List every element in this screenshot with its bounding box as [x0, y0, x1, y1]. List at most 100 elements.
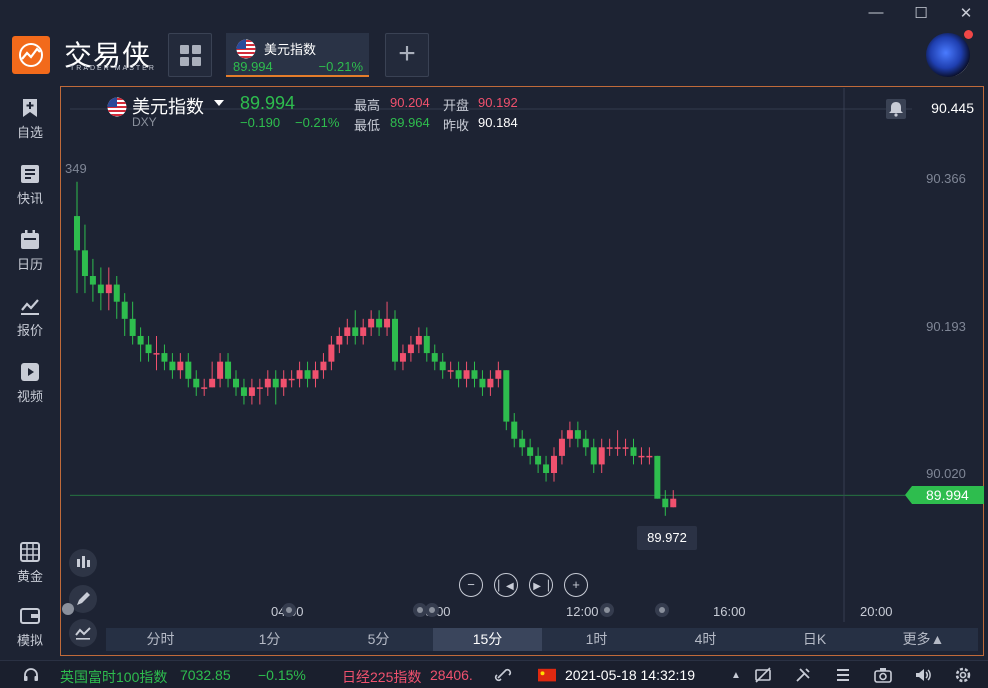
chart-type-button[interactable]: [69, 549, 97, 577]
candle-body: [439, 361, 446, 371]
period-tab[interactable]: 1时: [542, 628, 651, 651]
screen-off-icon[interactable]: [754, 666, 772, 684]
candle-type-icon: [77, 556, 90, 568]
status-bar: 英国富时100指数 7032.85 −0.15% 日经225指数 28406. …: [0, 660, 988, 688]
ticker-name[interactable]: 英国富时100指数: [60, 667, 167, 687]
period-tab[interactable]: 日K: [760, 628, 869, 651]
candle-body: [399, 353, 406, 362]
candle-body: [654, 455, 661, 499]
menu-icon[interactable]: [834, 666, 852, 684]
candle-body: [328, 344, 335, 362]
candle-body: [558, 438, 565, 456]
settings-gear-icon[interactable]: [954, 666, 972, 684]
candle-body: [495, 370, 502, 379]
candle-body: [129, 318, 136, 336]
zoom-out-button[interactable]: −: [459, 573, 483, 597]
x-tick: 16:00: [713, 604, 746, 619]
candle-body: [74, 216, 80, 251]
candle-body: [431, 353, 438, 362]
candle-body: [248, 387, 255, 396]
candle-body: [240, 387, 247, 396]
candle-body: [177, 361, 184, 371]
headset-icon[interactable]: [22, 666, 40, 684]
candle-body: [336, 335, 343, 345]
candle-body: [153, 353, 160, 355]
bell-icon: [889, 102, 903, 117]
candle-body: [209, 378, 216, 388]
candle-body: [352, 327, 359, 336]
y-tick: 90.193: [926, 319, 966, 334]
prev-close-label: 昨收: [443, 118, 470, 133]
period-tab-active[interactable]: 15分: [433, 628, 542, 651]
candle-body: [535, 455, 542, 465]
y-tick: 90.366: [926, 171, 966, 186]
event-marker[interactable]: [600, 603, 614, 617]
scroll-dot: [62, 603, 74, 615]
link-icon[interactable]: [494, 666, 512, 684]
candle-body: [217, 361, 224, 379]
candle-body: [487, 378, 494, 388]
speaker-icon[interactable]: [914, 666, 932, 684]
candle-body: [543, 464, 550, 473]
candle-body: [280, 378, 287, 388]
camera-icon[interactable]: [874, 666, 892, 684]
collapse-arrow-icon[interactable]: ▲: [731, 670, 741, 681]
low-label: 最低: [354, 118, 381, 133]
candle-body: [121, 301, 128, 319]
candle-body: [662, 498, 669, 508]
candle-body: [113, 284, 120, 302]
candle-body: [256, 387, 263, 389]
last-price: 89.994: [240, 93, 296, 113]
high-label: 最高: [354, 98, 381, 113]
ticker-name[interactable]: 日经225指数: [342, 667, 421, 687]
indicator-button[interactable]: [69, 619, 97, 647]
period-tab[interactable]: 4时: [651, 628, 760, 651]
candle-body: [447, 370, 454, 372]
candle-body: [233, 378, 239, 388]
datetime: 2021-05-18 14:32:19: [565, 667, 695, 683]
period-tab[interactable]: 5分: [324, 628, 433, 651]
candle-body: [81, 250, 88, 277]
candle-body: [606, 447, 613, 449]
candle-body: [312, 370, 319, 379]
y-tick: 90.020: [926, 466, 966, 481]
candle-body: [384, 318, 391, 328]
jump-end-button[interactable]: ▶▕: [529, 573, 553, 597]
china-flag-icon: [538, 668, 556, 682]
candle-body: [503, 370, 510, 422]
period-selector: 分时 1分 5分 15分 1时 4时 日K 更多▲: [106, 628, 978, 651]
candle-body: [161, 353, 168, 362]
period-tab[interactable]: 分时: [106, 628, 215, 651]
candle-body: [137, 335, 144, 345]
jump-start-button[interactable]: ▏◀: [494, 573, 518, 597]
dropdown-caret-icon[interactable]: [214, 100, 224, 106]
event-marker[interactable]: [655, 603, 669, 617]
prev-close-value: 90.184: [478, 115, 518, 130]
candle-body: [519, 438, 526, 448]
candle-body: [590, 447, 597, 465]
candle-body: [630, 447, 637, 456]
candle-body: [614, 447, 621, 449]
period-tab-more[interactable]: 更多▲: [869, 628, 978, 651]
ticker-price: 7032.85: [180, 667, 231, 683]
period-tab[interactable]: 1分: [215, 628, 324, 651]
candle-body: [479, 378, 486, 388]
open-value: 90.192: [478, 95, 518, 110]
price-alert-button[interactable]: [886, 99, 906, 119]
open-label: 开盘: [443, 98, 470, 113]
skip-forward-icon: ▶▕: [533, 581, 549, 592]
event-marker[interactable]: [282, 603, 296, 617]
x-tick: 12:00: [566, 604, 599, 619]
current-price-tag: 89.994: [905, 486, 984, 504]
candle-body: [638, 455, 645, 458]
event-marker[interactable]: [425, 603, 439, 617]
candle-body: [423, 335, 430, 354]
us-flag-icon: [107, 97, 127, 117]
candle-body: [574, 430, 581, 439]
candle-body: [471, 370, 478, 379]
zoom-in-button[interactable]: +: [564, 573, 588, 597]
candle-body: [527, 447, 534, 456]
candle-body: [288, 378, 295, 381]
crosshair-price: 90.445: [931, 100, 974, 116]
tools-icon[interactable]: [794, 666, 812, 684]
